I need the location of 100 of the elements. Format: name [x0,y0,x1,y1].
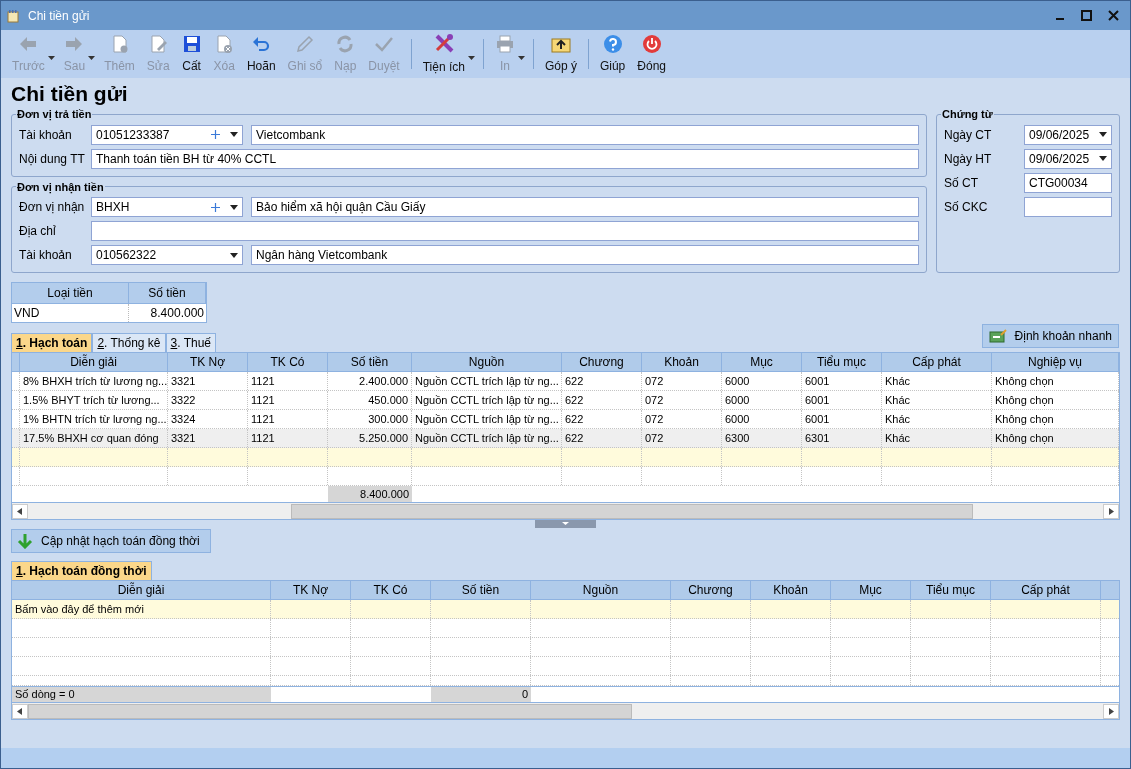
column-header[interactable]: Cấp phát [882,353,992,371]
table-cell: 1121 [248,429,328,447]
dropdown-arrow-icon[interactable] [230,132,238,137]
table-cell: 6001 [802,391,882,409]
toolbar-button[interactable]: Cất [176,32,207,76]
column-header[interactable]: Số tiền [129,283,206,303]
input-field[interactable] [91,221,919,241]
tab[interactable]: 1. Hạch toán [11,333,93,352]
combo-box[interactable]: 010562322 [91,245,243,265]
table-cell: 3321 [168,429,248,447]
table-cell: Khác [882,391,992,409]
column-header[interactable]: Số tiền [431,581,531,599]
table-row[interactable]: 1% BHTN trích từ lương ng... 3324 1121 300.000 Nguồn CCTL trích lập từ ng... 622 072 6000 6001 Khác Không chọn [12,410,1119,429]
scroll-left-icon[interactable] [12,503,28,519]
dropdown-arrow-icon[interactable] [88,56,96,60]
field-label: Ngày HT [944,150,993,168]
dropdown-arrow-icon[interactable] [467,56,475,60]
table-cell: 17.5% BHXH cơ quan đóng [20,429,168,447]
tab[interactable]: 3. Thuế [165,333,217,352]
toolbar-button[interactable]: Đóng [632,32,671,76]
table-cell: 622 [562,410,642,428]
scroll-right-icon[interactable] [1103,703,1119,719]
column-header[interactable]: TK Có [351,581,431,599]
column-header[interactable]: Tiểu mục [911,581,991,599]
maximize-icon[interactable] [1081,10,1092,21]
dropdown-arrow-icon[interactable] [1099,156,1107,161]
column-header[interactable]: Mục [722,353,802,371]
input-field[interactable]: Thanh toán tiền BH từ 40% CCTL [91,148,919,169]
table-cell: 8% BHXH trích từ lương ng... [20,372,168,390]
table-cell: 622 [562,391,642,409]
field-label: Tài khoản [19,247,73,264]
table-row[interactable]: 1.5% BHYT trích từ lương... 3322 1121 450.000 Nguồn CCTL trích lập từ ng... 622 072 6000 6001 Khác Không chọn [12,391,1119,410]
add-icon[interactable] [211,202,220,212]
column-header[interactable]: Mục [831,581,911,599]
toolbar-button[interactable]: Tiện ích [417,32,470,76]
dropdown-arrow-icon[interactable] [230,252,238,258]
dropdown-arrow-icon[interactable] [230,204,238,210]
column-header[interactable]: Số tiền [328,353,412,371]
table-cell: Nguồn CCTL trích lập từ ng... [412,429,562,447]
table-row[interactable]: 17.5% BHXH cơ quan đóng 3321 1121 5.250.000 Nguồn CCTL trích lập từ ng... 622 072 6300 6301 Khác Không chọn [12,429,1119,448]
column-header[interactable]: Tiểu mục [802,353,882,371]
column-header[interactable]: Nghiệp vụ [992,353,1119,371]
horizontal-scrollbar[interactable] [12,702,1119,719]
close-icon[interactable] [1108,10,1119,21]
page-heading: Chi tiền gửi [11,81,129,107]
column-header[interactable]: Diễn giải [12,581,271,599]
table-cell: VND [12,304,129,322]
date-picker[interactable]: 09/06/2025 [1024,148,1112,169]
toolbar-button[interactable]: Hoãn [241,32,281,76]
column-header[interactable]: TK Nợ [271,581,351,599]
table-cell: 1.5% BHYT trích từ lương... [20,391,168,409]
column-header[interactable]: Khoản [642,353,722,371]
input-field[interactable]: Vietcombank [251,124,919,145]
printer-icon [494,33,515,54]
input-field[interactable]: Bảo hiểm xã hội quận Cầu Giấy [251,197,919,217]
update-button[interactable]: Cập nhật hạch toán đồng thời [11,529,211,553]
table-cell: Khác [882,372,992,390]
tab[interactable]: 2. Thống kê [92,333,166,352]
input-field[interactable] [1024,196,1112,217]
table-row[interactable]: 8% BHXH trích từ lương ng... 3321 1121 2.400.000 Nguồn CCTL trích lập từ ng... 622 072 6000 6001 Khác Không chọn [12,372,1119,391]
splitter-handle-icon[interactable] [535,520,596,528]
table-cell: Không chọn [992,410,1119,428]
horizontal-scrollbar[interactable] [12,502,1119,519]
quick-entry-button[interactable]: Định khoản nhanh [981,324,1119,348]
row-count: Số dòng = 0 [12,687,271,702]
scroll-right-icon[interactable] [1103,503,1119,519]
table-cell: 072 [642,391,722,409]
column-header[interactable]: Nguồn [412,353,562,371]
combo-box[interactable]: BHXH [91,197,243,217]
column-header[interactable]: TK Nợ [168,353,248,371]
table-cell: 622 [562,429,642,447]
tab[interactable]: 1. Hạch toán đồng thời [11,561,152,580]
column-header[interactable]: Loại tiền [12,283,129,303]
app-icon [6,8,20,23]
dropdown-arrow-icon[interactable] [517,56,525,60]
column-header[interactable]: TK Có [248,353,328,371]
toolbar-button[interactable]: Góp ý [539,32,582,76]
input-field[interactable]: CTG00034 [1024,172,1112,193]
column-header[interactable]: Nguồn [531,581,671,599]
column-header[interactable]: Khoản [751,581,831,599]
dropdown-arrow-icon[interactable] [1099,132,1107,137]
scroll-left-icon[interactable] [12,703,28,719]
toolbar-button[interactable]: Giúp [594,32,631,76]
column-header[interactable]: Cấp phát [991,581,1101,599]
column-header[interactable]: Chương [671,581,751,599]
table-cell: 1121 [248,372,328,390]
dropdown-arrow-icon[interactable] [47,56,55,60]
field-label: Tài khoản [19,126,73,144]
document-edit-icon [148,33,169,54]
column-header[interactable]: Chương [562,353,642,371]
date-picker[interactable]: 09/06/2025 [1024,124,1112,145]
combo-box[interactable]: 01051233387 [91,124,243,145]
table-cell: 6001 [802,410,882,428]
scrollbar-thumb[interactable] [291,503,973,519]
column-header[interactable]: Diễn giải [20,353,168,371]
document-delete-icon [214,33,235,54]
add-icon[interactable] [211,130,220,139]
input-field[interactable]: Ngân hàng Vietcombank [251,245,919,265]
table-cell: 1% BHTN trích từ lương ng... [20,410,168,428]
scrollbar-thumb[interactable] [28,703,632,719]
